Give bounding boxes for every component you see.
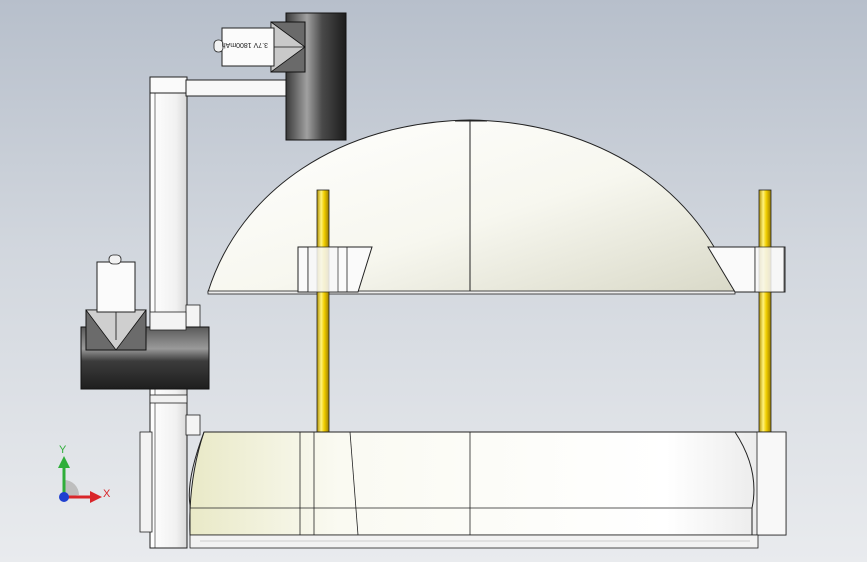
cad-viewport[interactable]: 3.7V 1800mAh Y X (0, 0, 867, 562)
battery-top[interactable]: 3.7V 1800mAh (213, 27, 275, 67)
horizontal-arm[interactable] (185, 79, 293, 97)
support-rod-right[interactable] (754, 189, 785, 433)
axis-y-label: Y (59, 444, 67, 456)
upper-dome[interactable] (207, 119, 736, 293)
axis-triad: Y X (58, 444, 111, 503)
battery-side[interactable] (96, 254, 136, 313)
lower-dome-base[interactable] (188, 431, 787, 549)
battery-label: 3.7V 1800mAh (222, 41, 268, 48)
top-battery-holder[interactable] (270, 12, 347, 141)
axis-x-label: X (103, 488, 111, 500)
cad-model-view[interactable]: 3.7V 1800mAh Y X (0, 0, 867, 562)
